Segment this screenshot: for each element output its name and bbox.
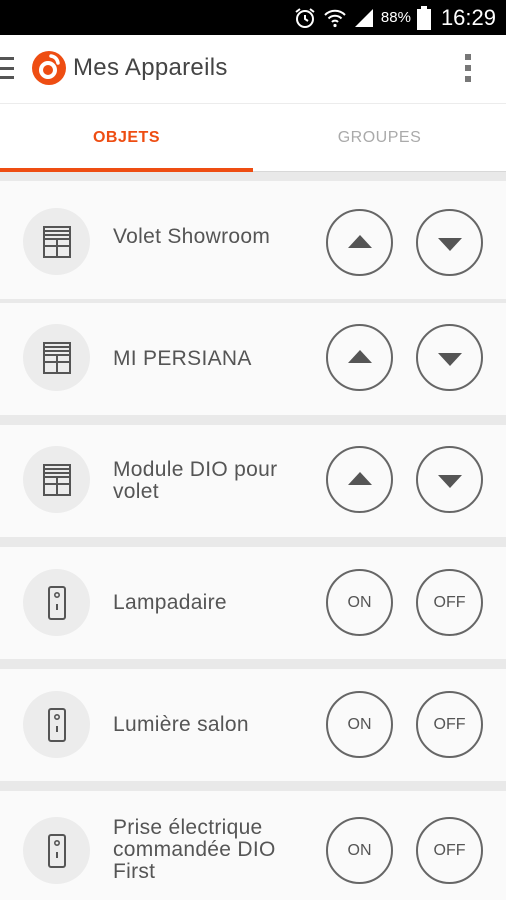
shutter-down-button[interactable]: [416, 446, 483, 513]
shutter-up-button[interactable]: [326, 209, 393, 276]
tab-objets[interactable]: OBJETS: [0, 104, 253, 172]
active-tab-indicator: [0, 168, 253, 172]
wifi-icon: [323, 6, 347, 30]
list-item: Lumière salon ON OFF: [0, 669, 506, 781]
tab-bar: OBJETS GROUPES: [0, 103, 506, 172]
shutter-down-button[interactable]: [416, 209, 483, 276]
signal-icon: [353, 7, 375, 29]
shutter-up-button[interactable]: [326, 446, 393, 513]
status-bar: 88% 16:29: [0, 0, 506, 35]
page-title: Mes Appareils: [73, 54, 228, 81]
alarm-icon: [293, 6, 317, 30]
list-item: MI PERSIANA: [0, 303, 506, 415]
arrow-down-icon: [437, 237, 462, 251]
switch-icon: [23, 569, 90, 636]
list-item: Prise électrique commandée DIO First ON …: [0, 791, 506, 900]
battery-icon: [416, 5, 431, 30]
shutter-up-button[interactable]: [326, 324, 393, 391]
arrow-down-icon: [437, 352, 462, 366]
switch-icon: [23, 817, 90, 884]
device-name: Prise électrique commandée DIO First: [113, 816, 276, 883]
on-button[interactable]: ON: [326, 817, 393, 884]
menu-icon[interactable]: [0, 57, 14, 79]
list-item: Volet Showroom: [0, 181, 506, 299]
app-logo: [32, 51, 66, 85]
switch-icon: [23, 691, 90, 758]
app-bar: Mes Appareils: [0, 35, 506, 103]
off-button[interactable]: OFF: [416, 817, 483, 884]
battery-percent: 88%: [380, 9, 411, 26]
list-item: Module DIO pour volet: [0, 425, 506, 537]
on-button[interactable]: ON: [326, 569, 393, 636]
off-button[interactable]: OFF: [416, 569, 483, 636]
arrow-up-icon: [347, 234, 372, 248]
on-button[interactable]: ON: [326, 691, 393, 758]
overflow-menu-icon[interactable]: [465, 54, 471, 82]
status-time: 16:29: [440, 4, 496, 30]
shutter-icon: [23, 446, 90, 513]
tab-groupes[interactable]: GROUPES: [253, 104, 506, 172]
device-name: Volet Showroom: [113, 225, 271, 248]
list-item: Lampadaire ON OFF: [0, 547, 506, 659]
device-name: MI PERSIANA: [113, 347, 252, 370]
device-name: Lumière salon: [113, 713, 249, 736]
device-name: Module DIO pour volet: [113, 458, 278, 503]
device-name: Lampadaire: [113, 591, 227, 614]
status-bar-icons: 88% 16:29: [293, 0, 496, 35]
off-button[interactable]: OFF: [416, 691, 483, 758]
shutter-down-button[interactable]: [416, 324, 483, 391]
arrow-up-icon: [347, 349, 372, 363]
shutter-icon: [23, 208, 90, 275]
arrow-down-icon: [437, 474, 462, 488]
arrow-up-icon: [347, 471, 372, 485]
shutter-icon: [23, 324, 90, 391]
